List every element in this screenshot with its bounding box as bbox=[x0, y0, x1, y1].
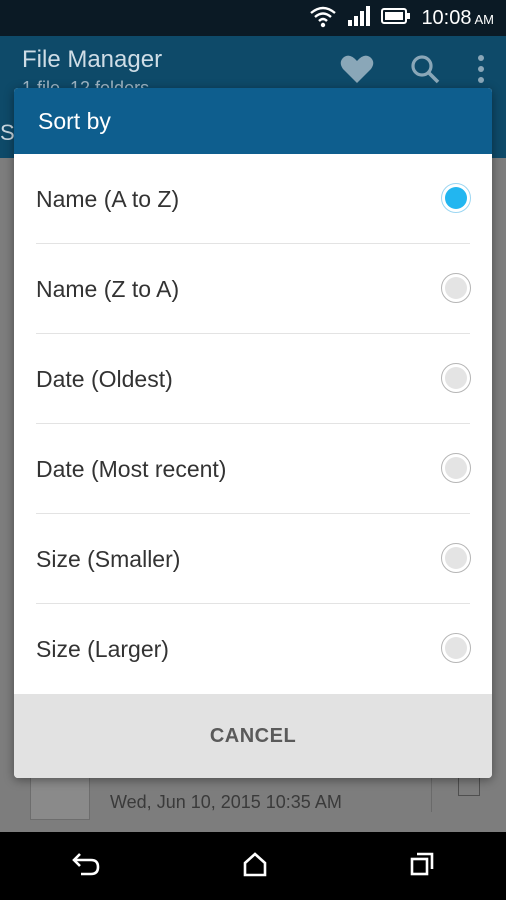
row-divider bbox=[431, 772, 432, 812]
sort-option-size-larger[interactable]: Size (Larger) bbox=[14, 604, 492, 694]
app-title: File Manager bbox=[22, 46, 163, 73]
dialog-title: Sort by bbox=[14, 88, 492, 154]
radio-button[interactable] bbox=[441, 633, 471, 663]
list-item-date: Wed, Jun 10, 2015 10:35 AM bbox=[110, 792, 342, 812]
favorite-heart-icon[interactable] bbox=[340, 54, 374, 89]
sort-option-name-desc[interactable]: Name (Z to A) bbox=[14, 244, 492, 334]
wifi-icon bbox=[309, 4, 337, 33]
status-time: 10:08 AM bbox=[421, 6, 495, 29]
sort-option-name-asc[interactable]: Name (A to Z) bbox=[14, 154, 492, 244]
recents-icon[interactable] bbox=[409, 851, 435, 882]
file-thumbnail bbox=[30, 774, 90, 820]
back-icon[interactable] bbox=[71, 851, 101, 882]
radio-button[interactable] bbox=[441, 273, 471, 303]
sort-option-size-smaller[interactable]: Size (Smaller) bbox=[14, 514, 492, 604]
sort-option-label: Size (Larger) bbox=[36, 636, 169, 662]
signal-icon bbox=[347, 5, 371, 31]
dialog-footer: CANCEL bbox=[14, 694, 492, 778]
radio-button[interactable] bbox=[441, 453, 471, 483]
search-icon[interactable] bbox=[410, 54, 440, 89]
app-actions bbox=[340, 54, 486, 89]
battery-icon bbox=[381, 7, 411, 30]
status-icons: 10:08 AM bbox=[309, 0, 494, 36]
sort-option-date-oldest[interactable]: Date (Oldest) bbox=[14, 334, 492, 424]
sort-option-label: Size (Smaller) bbox=[36, 546, 181, 572]
status-bar: 10:08 AM bbox=[0, 0, 506, 36]
overflow-menu-icon[interactable] bbox=[476, 54, 486, 89]
sort-dialog: Sort by Name (A to Z) Name (Z to A) Date… bbox=[14, 88, 492, 778]
sort-option-label: Name (A to Z) bbox=[36, 186, 180, 212]
sort-option-date-recent[interactable]: Date (Most recent) bbox=[14, 424, 492, 514]
sort-option-label: Name (Z to A) bbox=[36, 276, 180, 302]
radio-button[interactable] bbox=[441, 363, 471, 393]
cancel-button[interactable]: CANCEL bbox=[14, 694, 492, 778]
home-icon[interactable] bbox=[242, 851, 268, 882]
sort-option-label: Date (Most recent) bbox=[36, 456, 227, 482]
tab-partial: S bbox=[0, 120, 15, 145]
sort-option-label: Date (Oldest) bbox=[36, 366, 173, 392]
navigation-bar bbox=[0, 832, 506, 900]
radio-button[interactable] bbox=[441, 543, 471, 573]
status-ampm: AM bbox=[474, 11, 495, 27]
radio-button-selected[interactable] bbox=[441, 183, 471, 213]
